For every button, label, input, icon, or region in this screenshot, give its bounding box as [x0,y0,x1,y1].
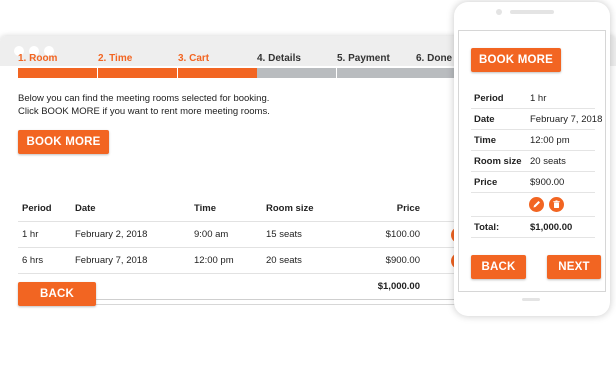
trash-icon-svg [553,200,560,208]
list-item: Price $900.00 [471,172,595,193]
step-progress-bar [98,68,177,78]
step-progress-bar [178,68,257,78]
list-item: Room size 20 seats [471,151,595,172]
header-time: Time [194,203,217,214]
cell-time: 12:00 pm [194,255,234,266]
mobile-value-period: 1 hr [530,93,547,104]
cell-period: 6 hrs [22,255,44,266]
phone-device: BOOK MORE Period 1 hr Date February 7, 2… [454,2,610,316]
cell-price: $900.00 [385,255,420,266]
step-room[interactable]: 1. Room [18,52,97,78]
pencil-icon[interactable] [529,197,544,212]
mobile-back-button[interactable]: BACK [471,255,526,279]
cell-period: 1 hr [22,229,39,240]
mobile-total-row: Total: $1,000.00 [471,217,595,238]
intro-text: Below you can find the meeting rooms sel… [18,92,270,118]
mobile-value-price: $900.00 [530,177,565,188]
step-label: 2. Time [98,53,133,64]
mobile-total-value: $1,000.00 [530,222,573,233]
trash-icon[interactable] [549,197,564,212]
header-period: Period [22,203,52,214]
mobile-book-more-button[interactable]: BOOK MORE [471,48,561,72]
mobile-value-date: February 7, 2018 [530,114,603,125]
mobile-value-room-size: 20 seats [530,156,566,167]
step-progress-bar [18,68,97,78]
mobile-label-room-size: Room size [474,156,522,167]
step-payment: 5. Payment [337,52,416,78]
list-item: Date February 7, 2018 [471,109,602,130]
header-room-size: Room size [266,203,314,214]
mobile-next-button[interactable]: NEXT [547,255,601,279]
list-item: Period 1 hr [471,88,595,109]
back-button[interactable]: BACK [18,282,96,306]
step-label: 5. Payment [337,53,390,64]
cell-date: February 2, 2018 [75,229,148,240]
list-item: Time 12:00 pm [471,130,595,151]
mobile-item-actions [471,193,595,217]
header-price: Price [396,203,420,214]
total-value: $1,000.00 [377,281,420,292]
step-label: 3. Cart [178,53,210,64]
pencil-icon-svg [533,201,540,208]
intro-line: Below you can find the meeting rooms sel… [18,93,270,104]
mobile-label-period: Period [474,93,504,104]
step-progress-bar [257,68,336,78]
step-label: 4. Details [257,53,301,64]
mobile-label-price: Price [474,177,498,188]
cell-price: $100.00 [385,229,420,240]
step-time[interactable]: 2. Time [98,52,177,78]
book-more-button[interactable]: BOOK MORE [18,130,109,154]
table-row: 1 hr February 2, 2018 9:00 am 15 seats $… [18,222,473,248]
step-cart[interactable]: 3. Cart [178,52,257,78]
cell-room-size: 15 seats [266,229,302,240]
header-date: Date [75,203,96,214]
step-label: 1. Room [18,53,58,64]
mobile-total-label: Total: [474,222,500,233]
cell-date: February 7, 2018 [75,255,148,266]
home-button-icon [522,298,540,301]
cell-room-size: 20 seats [266,255,302,266]
step-details: 4. Details [257,52,336,78]
table-header-row: Period Date Time Room size Price [18,200,468,222]
booking-steps: 1. Room 2. Time 3. Cart 4. Details 5. Pa… [18,52,495,78]
table-row: 6 hrs February 7, 2018 12:00 pm 20 seats… [18,248,473,274]
camera-icon [496,9,502,15]
intro-line: Click BOOK MORE if you want to rent more… [18,106,270,117]
speaker-icon [510,10,554,14]
mobile-label-time: Time [474,135,497,146]
phone-screen: BOOK MORE Period 1 hr Date February 7, 2… [458,30,606,292]
mobile-value-time: 12:00 pm [530,135,570,146]
step-progress-bar [337,68,416,78]
mobile-booking-list: Period 1 hr Date February 7, 2018 Time 1… [471,88,602,238]
mobile-label-date: Date [474,114,495,125]
cell-time: 9:00 am [194,229,229,240]
